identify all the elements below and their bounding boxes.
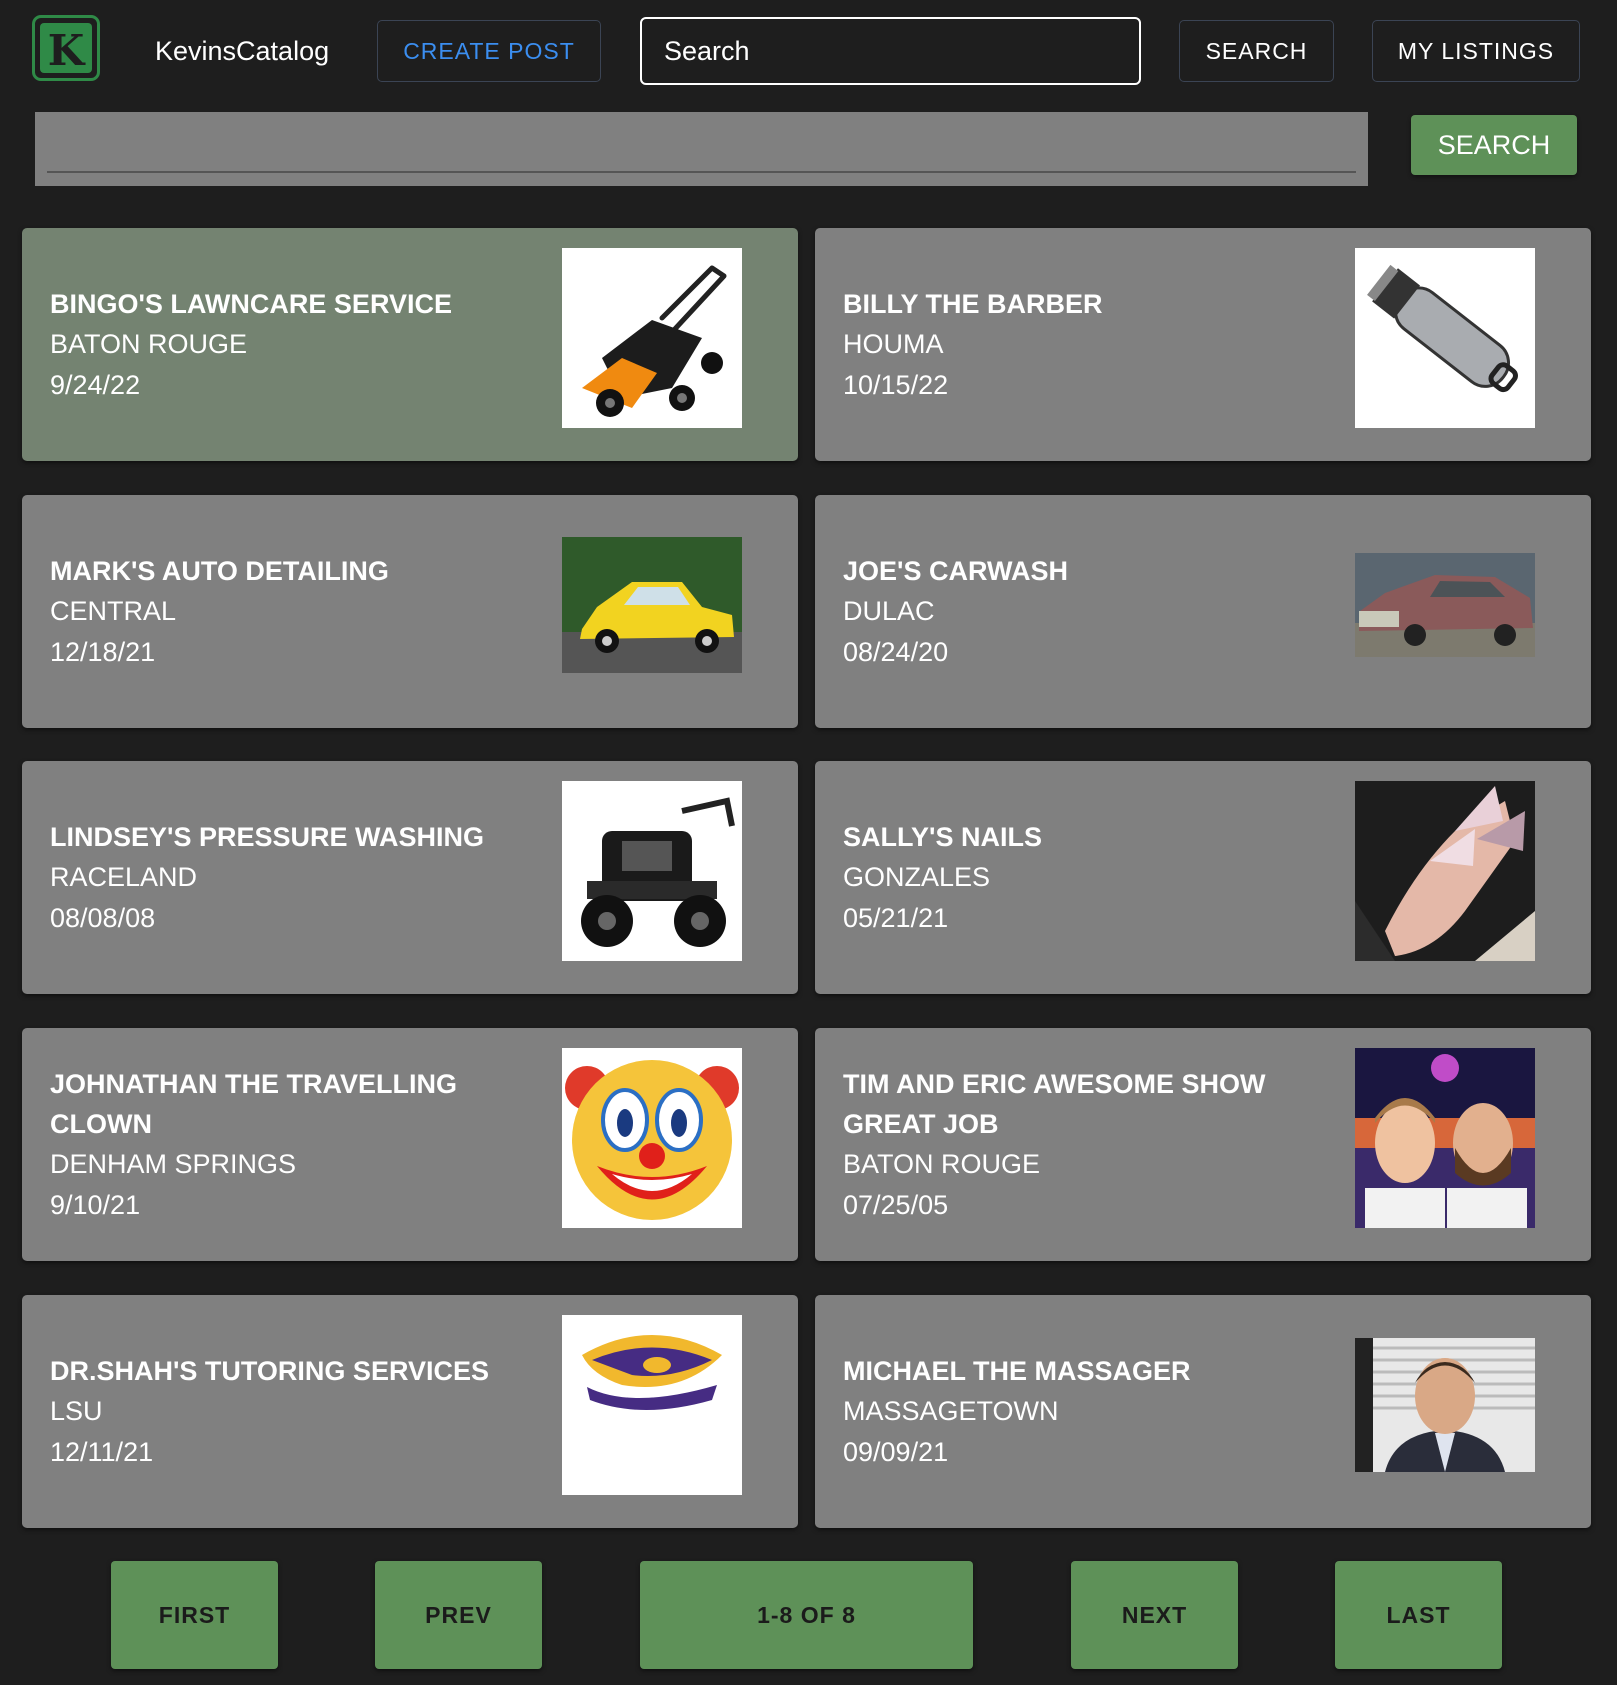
brand-name[interactable]: KevinsCatalog xyxy=(155,36,329,67)
header-search-button[interactable]: SEARCH xyxy=(1179,20,1334,82)
yellow-classic-car-image xyxy=(562,515,742,695)
listing-card[interactable]: JOE'S CARWASH DULAC 08/24/20 xyxy=(815,495,1591,728)
listing-title: JOHNATHAN THE TRAVELLING CLOWN xyxy=(50,1068,457,1139)
listing-location: LSU xyxy=(50,1395,103,1426)
listing-card[interactable]: SALLY'S NAILS GONZALES 05/21/21 xyxy=(815,761,1591,994)
listing-title: DR.SHAH'S TUTORING SERVICES xyxy=(50,1355,489,1386)
old-sedan-image xyxy=(1355,515,1535,695)
listing-title: SALLY'S NAILS xyxy=(843,821,1042,852)
listing-date: 10/15/22 xyxy=(843,369,949,400)
listing-date: 08/24/20 xyxy=(843,636,949,667)
filter-bar xyxy=(35,112,1368,186)
svg-text:K: K xyxy=(48,26,86,75)
listing-location: HOUMA xyxy=(843,328,944,359)
search-input[interactable] xyxy=(640,17,1141,85)
first-page-button[interactable]: FIRST xyxy=(111,1561,278,1669)
filter-input[interactable] xyxy=(47,112,1356,173)
listing-location: DENHAM SPRINGS xyxy=(50,1148,297,1179)
manicured-nails-image xyxy=(1355,781,1535,961)
hair-clipper-image xyxy=(1355,248,1535,428)
listing-title: JOE'S CARWASH xyxy=(843,555,1068,586)
app-logo[interactable]: K xyxy=(32,15,100,81)
prev-page-button[interactable]: PREV xyxy=(375,1561,542,1669)
lawn-mower-image xyxy=(562,248,742,428)
listing-date: 9/24/22 xyxy=(50,369,141,400)
listing-location: RACELAND xyxy=(50,861,198,892)
tim-and-eric-image xyxy=(1355,1048,1535,1228)
listing-title: LINDSEY'S PRESSURE WASHING xyxy=(50,821,484,852)
listing-date: 12/18/21 xyxy=(50,636,156,667)
listing-location: MASSAGETOWN xyxy=(843,1395,1059,1426)
listing-card[interactable]: BILLY THE BARBER HOUMA 10/15/22 xyxy=(815,228,1591,461)
office-man-portrait-image xyxy=(1355,1315,1535,1495)
listing-date: 07/25/05 xyxy=(843,1189,949,1220)
listing-card[interactable]: BINGO'S LAWNCARE SERVICE BATON ROUGE 9/2… xyxy=(22,228,798,461)
listing-date: 08/08/08 xyxy=(50,902,156,933)
listing-date: 12/11/21 xyxy=(50,1436,154,1467)
lsu-logo-image xyxy=(562,1315,742,1495)
listing-card[interactable]: MARK'S AUTO DETAILING CENTRAL 12/18/21 xyxy=(22,495,798,728)
listing-location: DULAC xyxy=(843,595,935,626)
listing-location: GONZALES xyxy=(843,861,991,892)
listing-card[interactable]: MICHAEL THE MASSAGER MASSAGETOWN 09/09/2… xyxy=(815,1295,1591,1528)
listing-card[interactable]: TIM AND ERIC AWESOME SHOW GREAT JOB BATO… xyxy=(815,1028,1591,1261)
listing-title: BINGO'S LAWNCARE SERVICE xyxy=(50,288,452,319)
listing-title: MARK'S AUTO DETAILING xyxy=(50,555,389,586)
page-range-indicator[interactable]: 1-8 OF 8 xyxy=(640,1561,973,1669)
listing-date: 05/21/21 xyxy=(843,902,949,933)
listing-card[interactable]: DR.SHAH'S TUTORING SERVICES LSU 12/11/21 xyxy=(22,1295,798,1528)
clown-face-image xyxy=(562,1048,742,1228)
listing-title: TIM AND ERIC AWESOME SHOW GREAT JOB xyxy=(843,1068,1266,1139)
listing-title: MICHAEL THE MASSAGER xyxy=(843,1355,1191,1386)
last-page-button[interactable]: LAST xyxy=(1335,1561,1502,1669)
listing-location: BATON ROUGE xyxy=(843,1148,1041,1179)
filter-search-button[interactable]: SEARCH xyxy=(1411,115,1577,175)
listing-location: CENTRAL xyxy=(50,595,177,626)
listing-date: 09/09/21 xyxy=(843,1436,949,1467)
create-post-button[interactable]: CREATE POST xyxy=(377,20,601,82)
listing-location: BATON ROUGE xyxy=(50,328,248,359)
my-listings-button[interactable]: MY LISTINGS xyxy=(1372,20,1580,82)
listing-card[interactable]: LINDSEY'S PRESSURE WASHING RACELAND 08/0… xyxy=(22,761,798,994)
listing-title: BILLY THE BARBER xyxy=(843,288,1103,319)
next-page-button[interactable]: NEXT xyxy=(1071,1561,1238,1669)
pressure-washer-image xyxy=(562,781,742,961)
listing-card[interactable]: JOHNATHAN THE TRAVELLING CLOWN DENHAM SP… xyxy=(22,1028,798,1261)
listing-date: 9/10/21 xyxy=(50,1189,141,1220)
